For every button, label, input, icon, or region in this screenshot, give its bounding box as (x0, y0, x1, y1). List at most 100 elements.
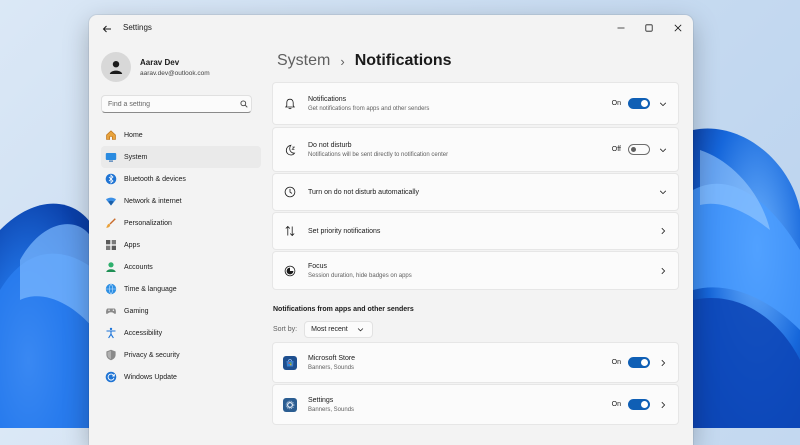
sidebar-item-label: System (124, 153, 148, 161)
microsoft-store-icon (283, 355, 297, 370)
breadcrumb-system-link[interactable]: System (277, 52, 330, 70)
profile-name: Aarav Dev (140, 57, 180, 67)
sidebar-item-privacy-security[interactable]: Privacy & security (101, 344, 261, 366)
focus-setting-card[interactable]: Focus Session duration, hide badges on a… (272, 251, 679, 290)
brush-icon (104, 216, 118, 230)
page-title: Notifications (354, 52, 452, 69)
breadcrumb-separator: › (340, 53, 345, 69)
do-not-disturb-toggle[interactable] (628, 144, 650, 155)
notifications-toggle[interactable] (628, 98, 650, 109)
moon-bell-icon (283, 143, 297, 157)
sort-arrows-icon (283, 224, 297, 238)
sidebar-item-time-language[interactable]: Time & language (101, 278, 261, 300)
sidebar-item-windows-update[interactable]: Windows Update (101, 366, 261, 388)
clock-icon (283, 185, 297, 199)
chevron-down-icon (357, 328, 363, 332)
setting-title: Focus (308, 262, 328, 270)
chevron-down-icon[interactable] (658, 187, 668, 197)
sidebar-item-label: Network & internet (124, 197, 182, 205)
close-icon (674, 24, 682, 32)
chevron-down-icon[interactable] (658, 99, 668, 109)
chevron-right-icon[interactable] (658, 226, 668, 236)
setting-description: Session duration, hide badges on apps (308, 272, 412, 279)
sidebar-item-home[interactable]: Home (101, 124, 261, 146)
sidebar-item-label: Time & language (124, 285, 177, 293)
app-notification-detail: Banners, Sounds (308, 406, 355, 413)
settings-app-toggle[interactable] (628, 399, 650, 410)
sidebar-item-bluetooth[interactable]: Bluetooth & devices (101, 168, 261, 190)
toggle-state-label: On (611, 401, 621, 408)
bluetooth-icon (104, 172, 118, 186)
app-notification-row-settings[interactable]: Settings Banners, Sounds On (272, 384, 679, 425)
system-icon (104, 150, 118, 164)
microsoft-store-toggle[interactable] (628, 357, 650, 368)
sort-by-control: Sort by: Most recent (273, 321, 373, 338)
person-icon (109, 61, 123, 74)
bell-icon (283, 97, 297, 111)
app-name: Settings (308, 396, 334, 404)
update-icon (104, 370, 118, 384)
priority-notifications-setting-card[interactable]: Set priority notifications (272, 212, 679, 250)
sidebar-item-label: Privacy & security (124, 351, 180, 359)
close-button[interactable] (667, 19, 689, 37)
setting-title: Do not disturb (308, 141, 352, 149)
sort-by-dropdown[interactable]: Most recent (304, 321, 373, 338)
settings-window: Settings Aarav Dev aarav.dev@outlook.com (89, 15, 693, 445)
accessibility-icon (104, 326, 118, 340)
sidebar-item-accounts[interactable]: Accounts (101, 256, 261, 278)
minimize-button[interactable] (610, 19, 632, 37)
sidebar-item-network[interactable]: Network & internet (101, 190, 261, 212)
search-input[interactable] (102, 99, 237, 109)
breadcrumb: System › Notifications (277, 52, 452, 70)
apps-icon (104, 238, 118, 252)
toggle-state-label: On (611, 359, 621, 366)
arrow-left-icon (102, 25, 111, 33)
network-icon (104, 194, 118, 208)
senders-section-title: Notifications from apps and other sender… (273, 306, 414, 313)
window-title: Settings (123, 23, 152, 32)
maximize-icon (645, 24, 653, 32)
sidebar-item-system[interactable]: System (101, 146, 261, 168)
search-icon[interactable] (237, 100, 251, 108)
toggle-state-label: Off (611, 146, 621, 153)
chevron-right-icon[interactable] (658, 266, 668, 276)
setting-title: Notifications (308, 95, 347, 103)
sidebar-item-gaming[interactable]: Gaming (101, 300, 261, 322)
globe-icon (104, 282, 118, 296)
back-button[interactable] (99, 21, 115, 37)
sidebar-item-label: Bluetooth & devices (124, 175, 186, 183)
sidebar-item-label: Accounts (124, 263, 153, 271)
app-name: Microsoft Store (308, 354, 356, 362)
gamepad-icon (104, 304, 118, 318)
sidebar-item-label: Accessibility (124, 329, 163, 337)
sidebar-nav: Home System Bluetooth & devices Network … (101, 124, 261, 388)
sidebar-item-label: Windows Update (124, 373, 177, 381)
app-notification-row-microsoft-store[interactable]: Microsoft Store Banners, Sounds On (272, 342, 679, 383)
chevron-right-icon[interactable] (658, 400, 668, 410)
dnd-automatically-setting-card[interactable]: Turn on do not disturb automatically (272, 173, 679, 211)
setting-description: Get notifications from apps and other se… (308, 105, 430, 112)
search-box[interactable] (101, 95, 252, 113)
profile-email: aarav.dev@outlook.com (140, 69, 210, 77)
sidebar-item-apps[interactable]: Apps (101, 234, 261, 256)
sidebar-item-personalization[interactable]: Personalization (101, 212, 261, 234)
sidebar-item-label: Gaming (124, 307, 149, 315)
toggle-state-label: On (611, 100, 621, 107)
accounts-icon (104, 260, 118, 274)
home-icon (104, 128, 118, 142)
user-profile[interactable]: Aarav Dev aarav.dev@outlook.com (101, 50, 210, 84)
sidebar-item-accessibility[interactable]: Accessibility (101, 322, 261, 344)
chevron-down-icon[interactable] (658, 145, 668, 155)
notifications-setting-card[interactable]: Notifications Get notifications from app… (272, 82, 679, 125)
sidebar-item-label: Home (124, 131, 143, 139)
avatar (101, 52, 131, 82)
minimize-icon (617, 27, 625, 29)
do-not-disturb-setting-card[interactable]: Do not disturb Notifications will be sen… (272, 127, 679, 172)
sort-by-value: Most recent (311, 326, 348, 333)
sidebar-item-label: Apps (124, 241, 140, 249)
sort-by-label: Sort by: (273, 326, 298, 333)
sidebar-item-label: Personalization (124, 219, 172, 227)
maximize-button[interactable] (638, 19, 660, 37)
chevron-right-icon[interactable] (658, 358, 668, 368)
focus-icon (283, 264, 297, 278)
